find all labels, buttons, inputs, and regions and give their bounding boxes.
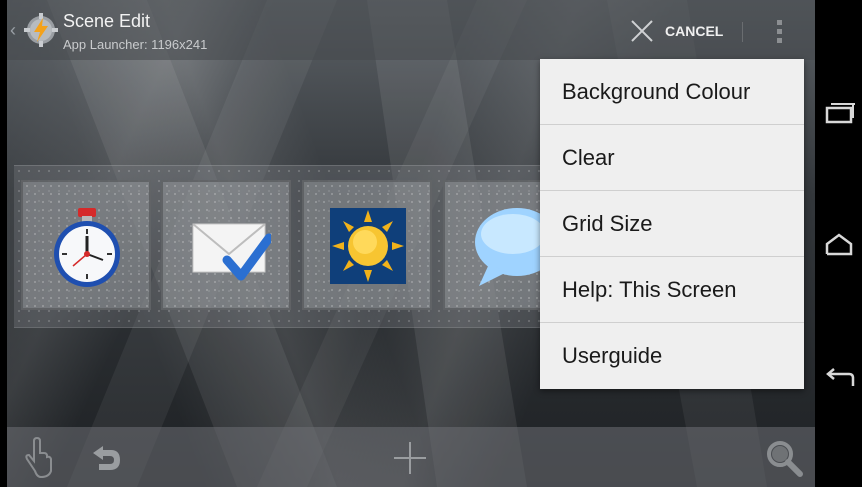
page-subtitle: App Launcher: 1196x241 xyxy=(63,37,208,52)
cancel-label: CANCEL xyxy=(665,23,724,39)
cancel-button[interactable]: CANCEL xyxy=(629,14,723,48)
add-icon[interactable] xyxy=(393,441,427,475)
back-caret-icon[interactable]: ‹ xyxy=(10,20,16,41)
menu-item-userguide[interactable]: Userguide xyxy=(540,323,804,389)
recent-apps-icon[interactable] xyxy=(823,100,855,126)
home-icon[interactable] xyxy=(823,232,855,258)
sun-weather-icon xyxy=(330,208,406,284)
scene-cell-mail[interactable] xyxy=(161,180,291,310)
menu-item-grid-size[interactable]: Grid Size xyxy=(540,191,804,257)
page-title: Scene Edit xyxy=(63,11,151,31)
scene-cell-stopwatch[interactable] xyxy=(21,180,151,310)
menu-item-help-this-screen[interactable]: Help: This Screen xyxy=(540,257,804,323)
menu-item-clear[interactable]: Clear xyxy=(540,125,804,191)
tasker-app-icon[interactable] xyxy=(23,12,59,48)
menu-item-background-colour[interactable]: Background Colour xyxy=(540,59,804,125)
close-icon xyxy=(631,20,653,42)
back-icon[interactable] xyxy=(823,366,855,392)
overflow-menu-icon[interactable] xyxy=(767,14,791,48)
bottom-toolbar xyxy=(7,427,815,487)
undo-icon[interactable] xyxy=(89,443,123,473)
stopwatch-icon xyxy=(54,208,120,287)
mail-check-icon xyxy=(192,223,271,281)
scene-cell-weather[interactable] xyxy=(302,180,432,310)
action-bar: ‹ Scene Edit App Launcher: 1196x241 CANC… xyxy=(7,0,815,60)
magnify-icon[interactable] xyxy=(765,439,803,477)
hand-touch-icon[interactable] xyxy=(21,435,57,479)
system-nav-bar xyxy=(815,0,862,487)
action-bar-divider xyxy=(742,22,743,42)
overflow-menu: Background Colour Clear Grid Size Help: … xyxy=(540,59,804,389)
